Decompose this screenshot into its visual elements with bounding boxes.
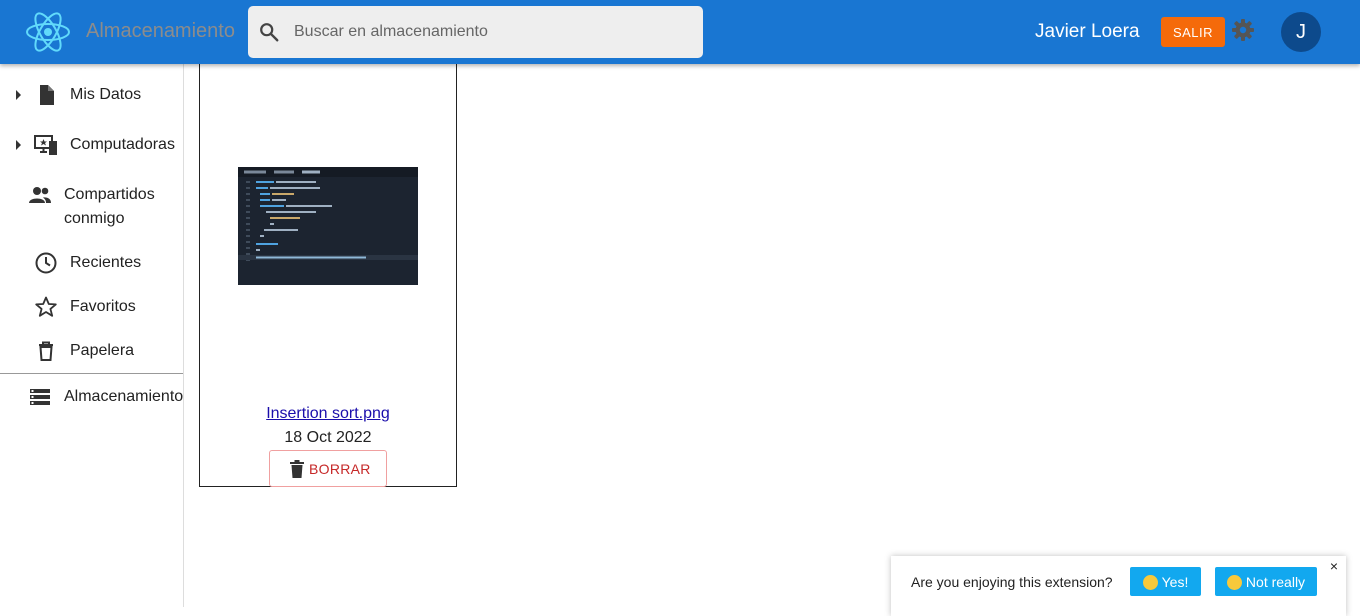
- logout-button[interactable]: SALIR: [1161, 17, 1225, 47]
- clock-icon: [35, 252, 57, 274]
- storage-icon: [30, 389, 50, 405]
- feedback-yes-button[interactable]: Yes!: [1130, 567, 1201, 596]
- feedback-yes-label: Yes!: [1161, 573, 1189, 590]
- delete-button[interactable]: BORRAR: [269, 450, 387, 487]
- file-thumbnail[interactable]: [238, 167, 418, 285]
- trash-icon: [290, 460, 304, 478]
- trash-icon: [39, 341, 53, 361]
- star-icon: [35, 296, 57, 317]
- close-icon[interactable]: ×: [1328, 559, 1340, 573]
- delete-button-label: BORRAR: [309, 461, 371, 477]
- top-app-bar: Almacenamiento Javier Loera SALIR J: [0, 0, 1360, 64]
- feedback-question: Are you enjoying this extension?: [911, 574, 1113, 590]
- app-title: Almacenamiento: [86, 20, 235, 42]
- feedback-toast: Are you enjoying this extension? Yes! No…: [891, 556, 1346, 616]
- file-card: Insertion sort.png 18 Oct 2022 BORRAR: [199, 40, 457, 487]
- avatar[interactable]: J: [1281, 12, 1321, 52]
- sidebar-item-label: Recientes: [70, 254, 142, 271]
- sidebar-item-label: Almacenamiento: [64, 388, 184, 405]
- sidebar-item-almacenamiento[interactable]: Almacenamiento: [0, 382, 184, 412]
- happy-emoji-icon: [1142, 574, 1158, 590]
- code-preview-image: [238, 167, 418, 285]
- sidebar-divider: [0, 373, 183, 374]
- sad-emoji-icon: [1226, 574, 1242, 590]
- react-logo-icon[interactable]: [25, 11, 71, 53]
- sidebar-item-papelera[interactable]: Papelera: [0, 336, 184, 366]
- search-box[interactable]: [248, 6, 703, 58]
- caret-right-icon[interactable]: [13, 139, 23, 151]
- feedback-no-label: Not really: [1245, 573, 1306, 590]
- sidebar-item-label: Favoritos: [70, 298, 136, 315]
- search-input[interactable]: [294, 6, 694, 58]
- user-name: Javier Loera: [1035, 21, 1140, 42]
- sidebar-item-recientes[interactable]: Recientes: [0, 248, 184, 278]
- search-icon: [260, 23, 279, 42]
- sidebar-item-label: Computadoras: [70, 136, 175, 153]
- sidebar-item-mis-datos[interactable]: Mis Datos: [0, 80, 184, 110]
- computer-icon: [34, 135, 57, 155]
- caret-right-icon[interactable]: [13, 89, 23, 101]
- feedback-no-button[interactable]: Not really: [1215, 567, 1317, 596]
- sidebar-item-label: Mis Datos: [70, 86, 142, 103]
- people-icon: [29, 187, 51, 203]
- sidebar-item-label: Compartidos conmigo: [64, 186, 155, 227]
- file-date: 18 Oct 2022: [284, 429, 372, 446]
- file-name-link[interactable]: Insertion sort.png: [200, 405, 456, 423]
- gear-icon[interactable]: [1231, 18, 1255, 42]
- sidebar-item-favoritos[interactable]: Favoritos: [0, 292, 184, 322]
- sidebar: Mis Datos Computadoras Compartidos conmi…: [0, 64, 184, 607]
- sidebar-item-computadoras[interactable]: Computadoras: [0, 130, 184, 160]
- sidebar-item-label: Papelera: [70, 342, 135, 359]
- sidebar-item-compartidos[interactable]: Compartidos conmigo: [0, 180, 184, 232]
- file-icon: [40, 85, 54, 105]
